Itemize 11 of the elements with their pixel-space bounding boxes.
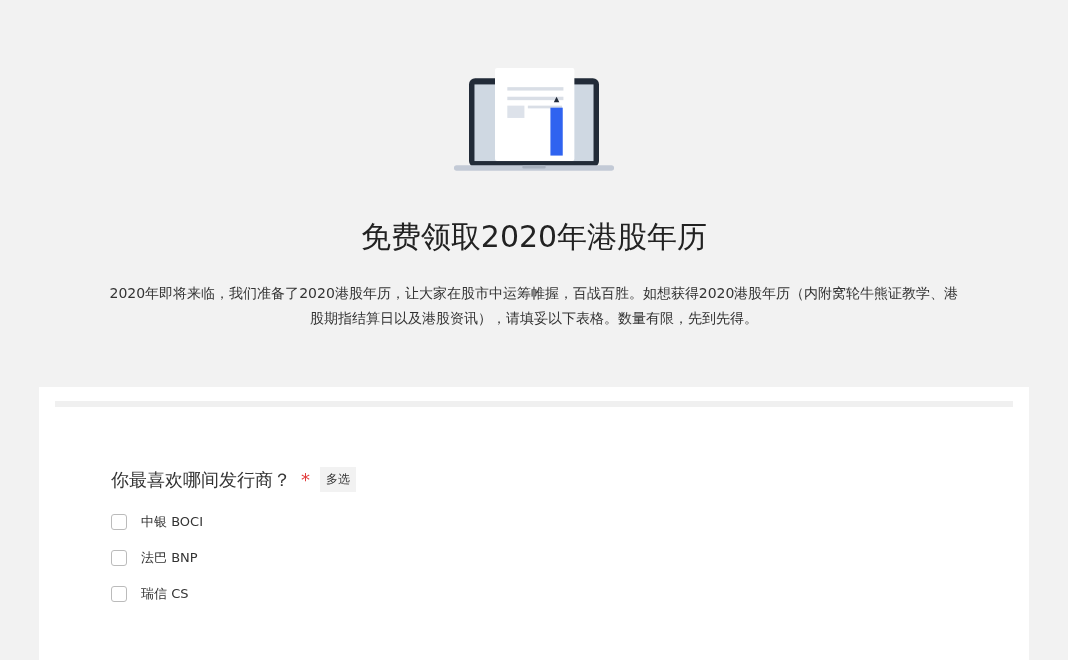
page-title: 免费领取2020年港股年历 [360, 218, 708, 256]
option-label: 中银 BOCI [141, 513, 203, 531]
option-label: 瑞信 CS [141, 585, 189, 603]
required-mark: * [301, 469, 310, 490]
checkbox[interactable] [111, 586, 127, 602]
checkbox[interactable] [111, 550, 127, 566]
question-label: 你最喜欢哪间发行商？ [111, 467, 291, 492]
multi-select-tag: 多选 [320, 467, 356, 492]
checkbox[interactable] [111, 514, 127, 530]
option-label: 法巴 BNP [141, 549, 198, 567]
intro-paragraph: 2020年即将来临，我们准备了2020港股年历，让大家在股市中运筹帷握，百战百胜。如想获得2020港股年历（内附窝轮牛熊证教学、港股期指结算日以及港股资讯），请填妥以下表格。数量有限，先到先得。 [108, 284, 960, 328]
